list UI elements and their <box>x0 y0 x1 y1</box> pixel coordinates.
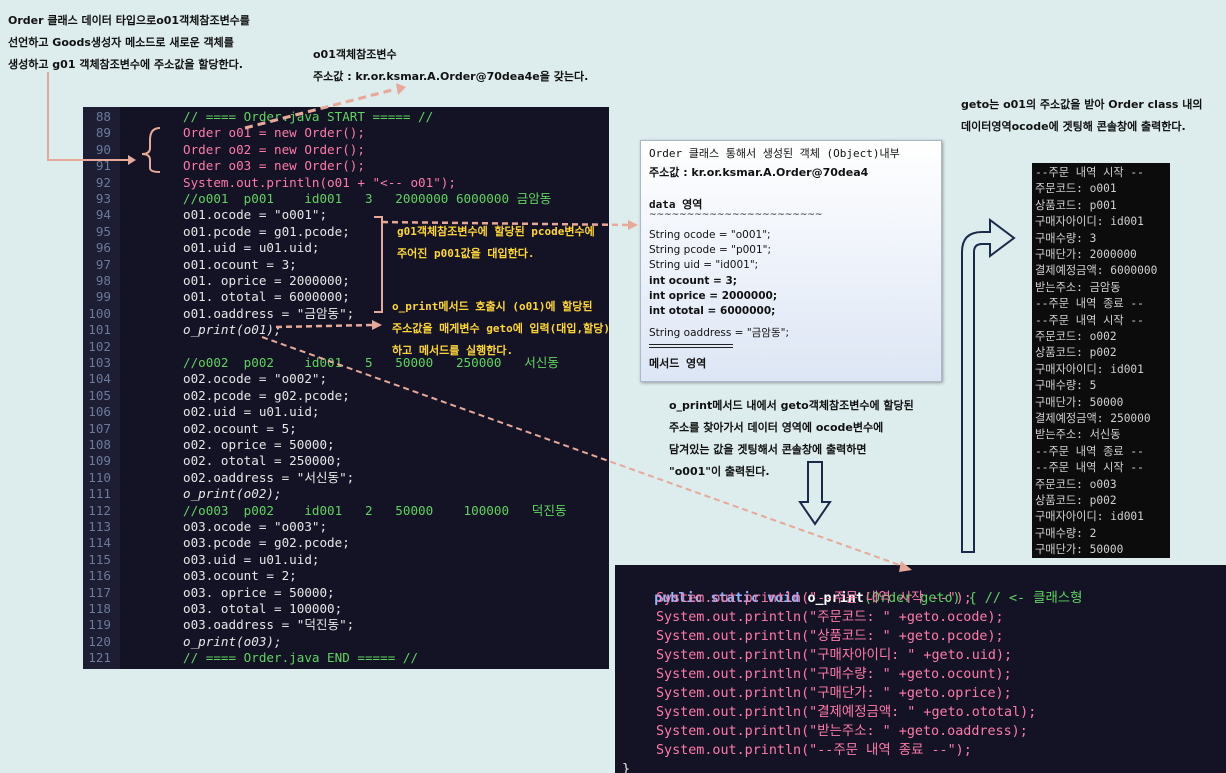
arrowhead <box>396 83 406 95</box>
arrow-note-to-code <box>47 72 128 161</box>
arrowhead <box>628 220 638 230</box>
down-arrow <box>798 461 832 526</box>
arrow-o01-address <box>244 87 397 130</box>
arrow-o01-to-geto <box>261 336 906 568</box>
bracket-94-100 <box>374 216 383 313</box>
arrowhead <box>372 320 382 330</box>
arrow-to-object <box>381 220 629 227</box>
brace-89-91 <box>141 127 161 173</box>
arrows-overlay <box>47 72 1016 572</box>
arrowhead <box>128 155 136 165</box>
up-right-arrow <box>961 218 1016 553</box>
arrow-to-print-note <box>275 323 373 329</box>
arrowhead <box>899 561 912 572</box>
